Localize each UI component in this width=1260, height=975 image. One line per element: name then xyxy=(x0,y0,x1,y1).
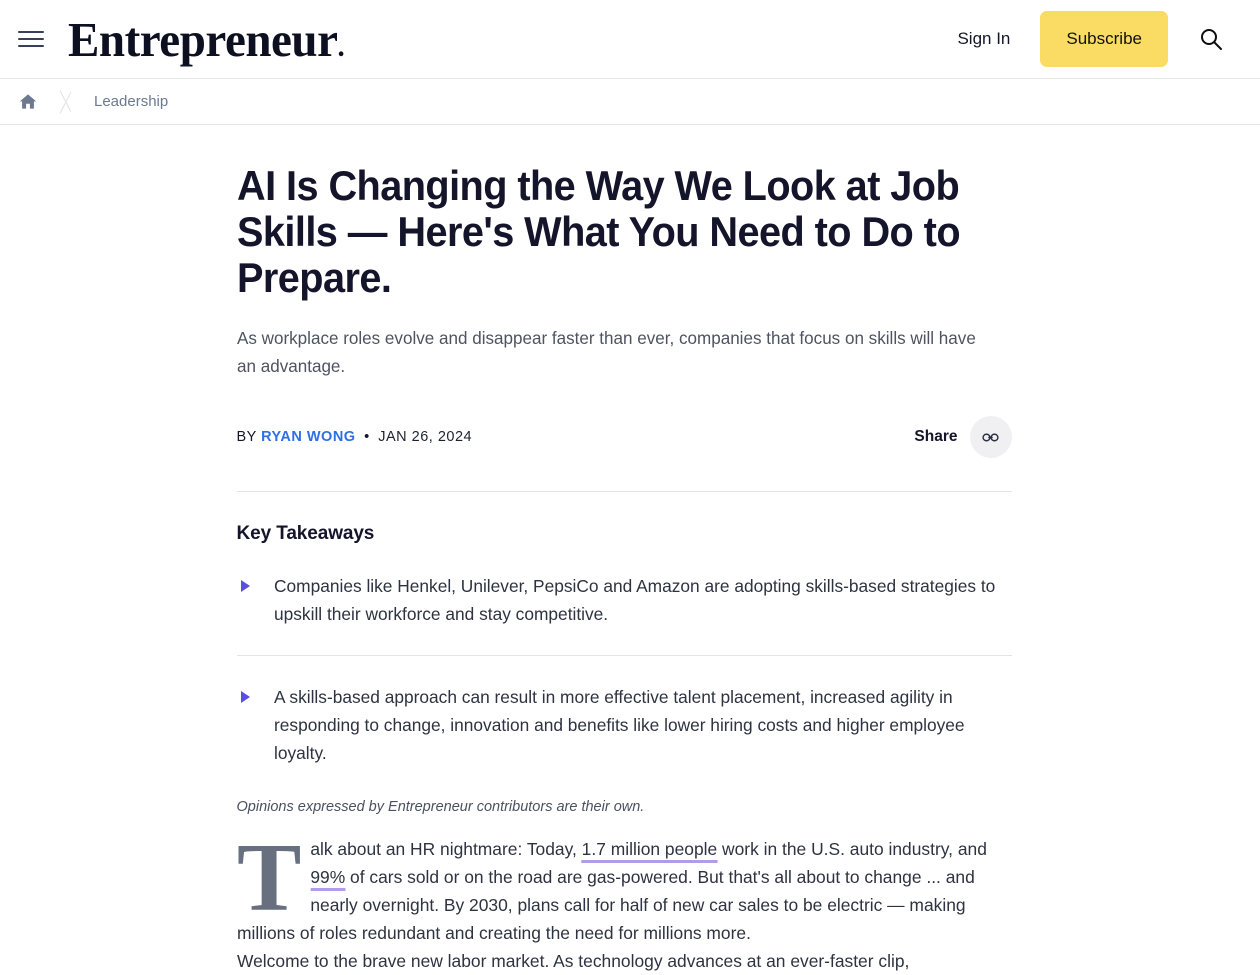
takeaway-text: A skills-based approach can result in mo… xyxy=(273,687,965,763)
share-label: Share xyxy=(914,428,958,445)
article: AI Is Changing the Way We Look at Job Sk… xyxy=(236,162,1012,975)
triangle-bullet-icon xyxy=(240,691,250,703)
home-icon xyxy=(19,93,37,109)
hamburger-bar xyxy=(18,45,44,47)
paragraph-text: of cars sold or on the road are gas-powe… xyxy=(236,867,975,943)
divider xyxy=(236,491,1012,492)
publish-date: JAN 26, 2024 xyxy=(378,429,473,445)
inline-link-2[interactable]: 99% xyxy=(309,867,345,891)
triangle-bullet-icon xyxy=(240,580,250,592)
takeaway-item: A skills-based approach can result in mo… xyxy=(237,683,1012,767)
takeaway-item: Companies like Henkel, Unilever, PepsiCo… xyxy=(237,572,1012,628)
breadcrumb-separator-icon xyxy=(56,79,92,124)
share-link-button[interactable] xyxy=(969,416,1012,458)
paragraph-text: work in the U.S. auto industry, and xyxy=(716,839,987,859)
byline-prefix: BY xyxy=(236,429,257,445)
site-logo[interactable]: Entrepreneur. xyxy=(68,11,345,67)
search-icon xyxy=(1201,29,1222,50)
inline-link-1[interactable]: 1.7 million people xyxy=(581,839,717,863)
article-standfirst: As workplace roles evolve and disappear … xyxy=(236,328,976,376)
key-takeaways-title: Key Takeaways xyxy=(236,523,375,544)
byline: BY RYAN WONG • JAN 26, 2024 xyxy=(237,429,473,445)
subscribe-button[interactable]: Subscribe xyxy=(1040,11,1168,67)
site-logo-dot: . xyxy=(337,29,345,63)
divider xyxy=(236,655,1012,656)
sign-in-link[interactable]: Sign In xyxy=(957,29,1010,49)
takeaway-text: Companies like Henkel, Unilever, PepsiCo… xyxy=(273,576,995,624)
byline-row: BY RYAN WONG • JAN 26, 2024 Share xyxy=(237,416,1012,458)
site-logo-text: Entrepreneur xyxy=(68,11,338,67)
breadcrumb-home-link[interactable] xyxy=(0,79,56,124)
paragraph-text: alk about an HR nightmare: Today, xyxy=(309,839,582,859)
site-header: Entrepreneur. Sign In Subscribe xyxy=(0,0,1260,79)
hamburger-bar xyxy=(18,31,44,33)
search-button[interactable] xyxy=(1186,14,1236,64)
link-icon xyxy=(982,433,999,441)
page-title: AI Is Changing the Way We Look at Job Sk… xyxy=(236,162,961,301)
article-paragraph: Welcome to the brave new labor market. A… xyxy=(236,951,909,971)
drop-cap: T xyxy=(236,824,301,931)
breadcrumb-item-leadership[interactable]: Leadership xyxy=(92,79,168,124)
author-link[interactable]: RYAN WONG xyxy=(261,429,355,445)
hamburger-menu-icon[interactable] xyxy=(16,24,46,54)
article-paragraph: Talk about an HR nightmare: Today, 1.7 m… xyxy=(236,824,1008,947)
byline-separator: • xyxy=(364,429,370,445)
hamburger-bar xyxy=(18,38,44,40)
breadcrumb: Leadership xyxy=(0,79,1260,125)
contributor-disclaimer: Opinions expressed by Entrepreneur contr… xyxy=(236,799,645,815)
